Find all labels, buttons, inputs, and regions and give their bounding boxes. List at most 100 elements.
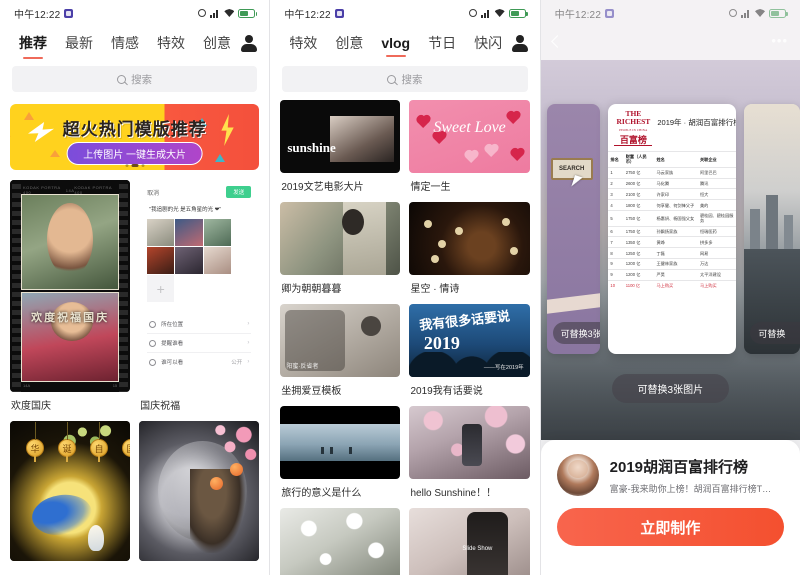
replace-pill-right[interactable]: 可替换 <box>750 322 800 344</box>
table-row: 7 1350 亿黄峥 拼多多 <box>608 236 737 248</box>
template-caption: hello Sunshine！！ <box>410 488 497 499</box>
editor-photo[interactable] <box>147 247 175 274</box>
carousel-card-previous[interactable]: SEARCH 可替换3张图片 <box>546 104 601 354</box>
template-caption: 欢度国庆 <box>11 401 51 412</box>
building-shape <box>766 195 779 249</box>
user-icon <box>511 34 529 53</box>
template-card[interactable]: KODAK PORTRA 400 14A KODAK PORTRA 400 欢度祝福… <box>10 180 131 412</box>
template-preview-carousel[interactable]: SEARCH 可替换3张图片 THE RICHEST PEOPLE IN CHI… <box>541 104 800 366</box>
template-card[interactable]: sunshine 2019文艺电影大片 <box>280 100 401 193</box>
template-card[interactable]: 我有很多话要说 2019 ——写在2019年 2019我有话要说 <box>409 304 530 397</box>
search-input[interactable]: 搜索 <box>12 66 258 92</box>
make-now-button[interactable]: 立即制作 <box>556 508 785 546</box>
alarm-icon <box>729 9 738 17</box>
replace-images-button[interactable]: 可替换3张图片 <box>611 374 730 403</box>
thumbnail-year: 2019 <box>423 333 460 354</box>
status-time: 中午12:22 <box>284 9 331 21</box>
editor-option-mention[interactable]: 提醒谁看 › <box>147 334 252 353</box>
banner-cta-pill[interactable]: 上传图片 一键生成大片 <box>66 142 204 165</box>
tab-chuangyi[interactable]: 创意 <box>326 29 372 60</box>
option-label: 谁可以看 <box>161 360 184 366</box>
tab-zuixin[interactable]: 最新 <box>56 29 102 60</box>
template-card[interactable]: 阳蜜·反省者 坐拥爱豆模板 <box>280 304 401 397</box>
tab-chuangyi[interactable]: 创意 <box>194 29 240 60</box>
carousel-card-next[interactable]: 可替换 <box>744 104 800 354</box>
editor-option-visibility[interactable]: 谁可以看 公开 › <box>147 353 251 371</box>
table-row: 3 2100 亿许家印 恒大 <box>608 188 737 200</box>
template-thumbnail: Sweet Love <box>409 100 530 173</box>
template-card[interactable]: hello Sunshine！！ <box>409 406 530 499</box>
mid-autumn-image: 华 诞 自 国 <box>10 421 131 561</box>
template-caption: 2019我有话要说 <box>410 386 483 397</box>
heart-icon <box>511 148 524 162</box>
richest-logo: THE RICHEST PEOPLE IN CHINA 百富榜 <box>614 110 653 146</box>
signal-icon <box>480 9 491 18</box>
template-card[interactable] <box>280 508 401 575</box>
replace-pill-left[interactable]: 可替换3张图片 <box>552 322 601 344</box>
template-card[interactable] <box>139 421 260 561</box>
table-row: 9 1200 亿严昊 太平洋建设 <box>608 268 737 281</box>
tab-vlog[interactable]: vlog <box>372 31 419 58</box>
promo-banner[interactable]: 超火热门模版推荐 上传图片 一键生成大片 <box>10 104 260 170</box>
template-card[interactable]: 星空 · 情诗 <box>409 202 530 295</box>
editor-photo[interactable] <box>147 219 175 246</box>
bokeh-decor <box>455 226 464 235</box>
phone-panel-recommend: 中午12:22 推荐 最新 情感 特效 创意 搜索 超火热门模版推荐 上传图片 … <box>0 0 270 575</box>
editor-photo[interactable] <box>203 219 232 246</box>
banner-title: 超火热门模版推荐 <box>62 120 207 139</box>
filmstrip-poster: KODAK PORTRA 400 14A KODAK PORTRA 400 欢度祝福… <box>10 180 131 392</box>
heart-icon <box>507 111 520 125</box>
profile-avatar-button[interactable] <box>240 34 260 55</box>
tab-texiao[interactable]: 特效 <box>280 29 326 60</box>
editor-send-button[interactable]: 发送 <box>226 186 252 198</box>
editor-toolbar: 取消 发送 <box>147 186 252 198</box>
more-icon[interactable]: ••• <box>771 34 788 47</box>
status-left: 中午12:22 <box>554 6 615 21</box>
option-label: 所在位置 <box>161 322 184 328</box>
lantern-icon: 国 <box>122 439 131 457</box>
banner-pagination-dots[interactable] <box>125 164 145 167</box>
editor-option-list: 所在位置 › 提醒谁看 › 谁可以看 公开 › <box>147 315 252 371</box>
editor-photo[interactable] <box>203 247 232 274</box>
template-thumbnail <box>280 508 401 575</box>
template-thumbnail <box>409 202 530 275</box>
heart-icon <box>485 144 498 158</box>
template-thumbnail: sunshine <box>280 100 401 173</box>
editor-add-photo-button[interactable]: + <box>147 275 175 302</box>
profile-avatar-button[interactable] <box>511 34 531 55</box>
template-card[interactable]: Sweet Love 情定一生 <box>409 100 530 193</box>
template-caption: 2019文艺电影大片 <box>281 182 364 193</box>
editor-option-location[interactable]: 所在位置 › <box>147 315 252 334</box>
template-card[interactable]: 取消 发送 "我追剧的光 是五角星的光 ❤" + 所在位置 › 提醒谁看 › 谁… <box>139 180 260 412</box>
template-card[interactable]: 卿为朝朝暮暮 <box>280 202 401 295</box>
search-placeholder: 搜索 <box>401 73 423 86</box>
thumbnail-signature: ——写在2019年 <box>483 365 524 372</box>
editor-photo-grid <box>147 219 232 274</box>
template-card[interactable]: 华 诞 自 国 <box>10 421 131 561</box>
status-time: 中午12:22 <box>14 9 61 21</box>
tab-jieri[interactable]: 节日 <box>419 29 465 60</box>
bokeh-decor <box>423 219 432 228</box>
template-thumbnail: Slide Show <box>409 508 530 575</box>
bokeh-decor <box>509 247 518 256</box>
user-icon <box>240 34 258 53</box>
back-icon[interactable] <box>550 34 564 48</box>
column-header-wealth: 财富（人民币） <box>623 151 655 168</box>
template-card[interactable]: Slide Show <box>409 508 530 575</box>
search-input[interactable]: 搜索 <box>282 66 528 92</box>
tab-tuijian[interactable]: 推荐 <box>10 29 56 60</box>
white-blossom-decor <box>280 508 401 575</box>
editor-photo[interactable] <box>175 247 203 274</box>
editor-cancel-button[interactable]: 取消 <box>147 188 159 197</box>
editor-photo[interactable] <box>175 219 203 246</box>
tab-kuaishan[interactable]: 快闪 <box>465 29 511 60</box>
template-card[interactable]: 旅行的意义是什么 <box>280 406 401 499</box>
thumbnail-word: sunshine <box>287 140 336 155</box>
richlist-preview-card[interactable]: THE RICHEST PEOPLE IN CHINA 百富榜 2019年 · … <box>608 104 737 354</box>
tab-texiao[interactable]: 特效 <box>148 29 194 60</box>
tab-qinggan[interactable]: 情感 <box>102 29 148 60</box>
person-silhouette <box>329 447 333 455</box>
status-time: 中午12:22 <box>554 9 602 21</box>
page-title: 2019胡润百富排行榜 <box>609 458 749 476</box>
tab-bar-vlog: 特效 创意 vlog 节日 快闪 <box>270 26 539 60</box>
